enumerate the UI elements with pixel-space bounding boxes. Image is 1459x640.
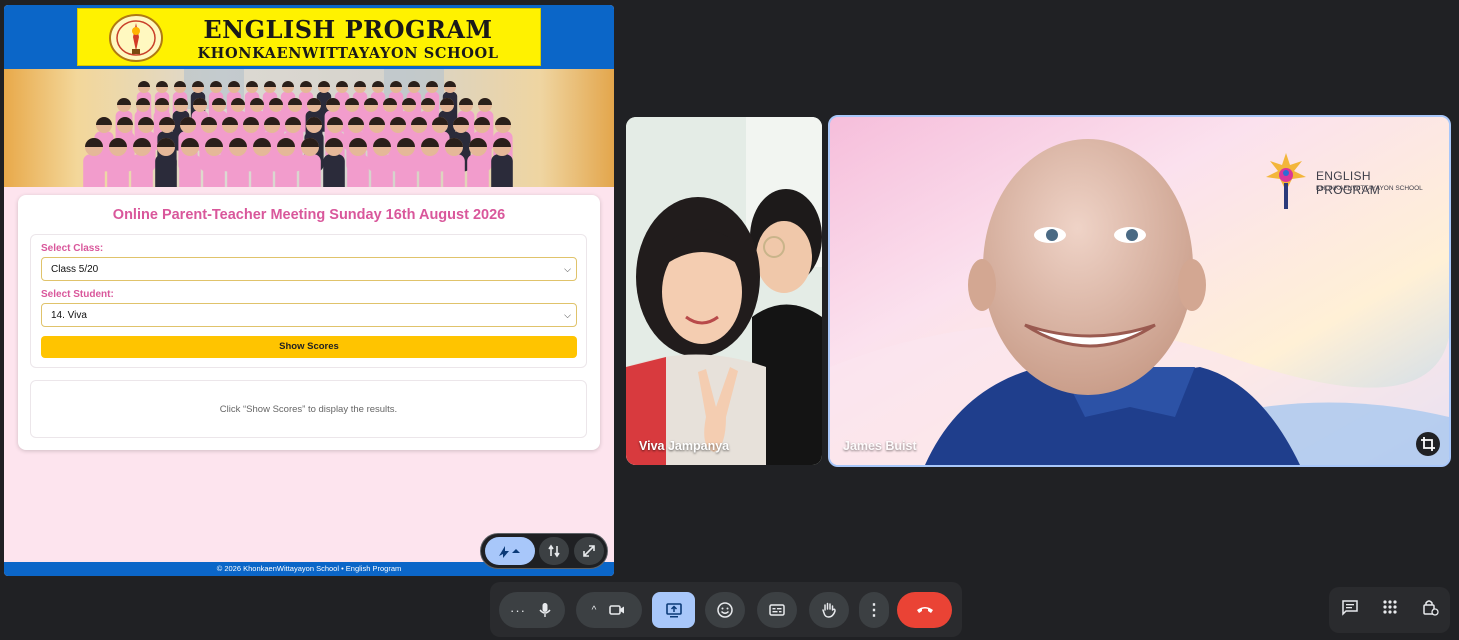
chevron-down-icon: ⌵	[564, 310, 571, 320]
reframe-button[interactable]	[1416, 432, 1440, 456]
select-student-value: 14. Viva	[51, 310, 87, 321]
chevron-down-icon: ⌵	[564, 264, 571, 274]
present-screen-button[interactable]	[652, 592, 695, 628]
emoji-button[interactable]	[705, 592, 745, 628]
logo-subtitle: KHONKAENWITTAYAYON SCHOOL	[1316, 185, 1423, 192]
activities-button[interactable]	[1372, 589, 1408, 625]
participant-video	[626, 117, 822, 465]
form-section: Select Class: Class 5/20 ⌵ Select Studen…	[30, 234, 587, 368]
captions-button[interactable]	[757, 592, 797, 628]
host-controls-icon	[1423, 600, 1439, 616]
swap-arrows-icon	[548, 544, 560, 558]
camera-control[interactable]: ^	[576, 592, 642, 628]
raise-hand-icon	[822, 602, 836, 618]
microphone-icon	[539, 603, 551, 617]
virtual-background-logo: ENGLISH PROGRAM KHONKAENWITTAYAYON SCHOO…	[1264, 151, 1434, 211]
host-controls-button[interactable]	[1412, 589, 1448, 625]
more-vert-icon: ⋮	[866, 602, 882, 619]
present-screen-icon	[665, 603, 682, 618]
torch-logo-icon	[1266, 153, 1306, 209]
banner-subtitle: KHONKAENWITTAYAYON SCHOOL	[197, 45, 499, 62]
expand-icon	[583, 545, 595, 557]
screen-share-controls	[480, 533, 608, 569]
raise-hand-button[interactable]	[809, 592, 849, 628]
logo-title: ENGLISH PROGRAM	[1316, 169, 1381, 197]
select-class-dropdown[interactable]: Class 5/20 ⌵	[41, 257, 577, 281]
school-banner: ENGLISH PROGRAM KHONKAENWITTAYAYON SCHOO…	[77, 8, 541, 66]
participant-name: Viva Jampanya	[639, 439, 730, 453]
participant-tile-viva[interactable]: Viva Jampanya	[626, 117, 822, 465]
form-card: Online Parent-Teacher Meeting Sunday 16t…	[18, 195, 600, 450]
select-class-value: Class 5/20	[51, 264, 99, 275]
participant-name: James Buist	[843, 439, 917, 453]
activities-icon	[1383, 600, 1397, 614]
site-header: ENGLISH PROGRAM KHONKAENWITTAYAYON SCHOO…	[4, 5, 614, 69]
meeting-toolbar: ··· ^ ⋮	[490, 582, 962, 637]
select-class-label: Select Class:	[41, 243, 104, 254]
end-call-button[interactable]	[897, 592, 952, 628]
more-options-button[interactable]: ⋮	[859, 592, 889, 628]
pen-lightning-icon	[499, 546, 520, 558]
microphone-control[interactable]: ···	[499, 592, 565, 628]
emoji-icon	[717, 602, 733, 618]
chat-button[interactable]	[1332, 589, 1368, 625]
meeting-title: Online Parent-Teacher Meeting Sunday 16t…	[112, 207, 506, 223]
participant-tile-james[interactable]: ENGLISH PROGRAM KHONKAENWITTAYAYON SCHOO…	[828, 115, 1451, 467]
banner-title: ENGLISH PROGRAM	[203, 15, 493, 44]
crop-icon	[1421, 437, 1435, 451]
captions-icon	[769, 604, 785, 616]
chevron-up-icon: ^	[591, 604, 597, 616]
select-student-label: Select Student:	[41, 289, 114, 300]
annotate-button[interactable]	[485, 537, 535, 565]
results-placeholder: Click “Show Scores” to display the resul…	[30, 380, 587, 438]
swap-button[interactable]	[539, 537, 569, 565]
chat-icon	[1342, 600, 1358, 616]
select-student-dropdown[interactable]: 14. Viva ⌵	[41, 303, 577, 327]
fullscreen-button[interactable]	[574, 537, 604, 565]
end-call-icon	[916, 607, 933, 613]
shared-screen: ENGLISH PROGRAM KHONKAENWITTAYAYON SCHOO…	[4, 5, 614, 576]
group-photo	[4, 69, 614, 187]
camera-icon	[609, 605, 625, 615]
show-scores-button[interactable]: Show Scores	[41, 336, 577, 358]
school-emblem-icon	[109, 14, 163, 62]
more-options-icon: ···	[510, 602, 526, 618]
